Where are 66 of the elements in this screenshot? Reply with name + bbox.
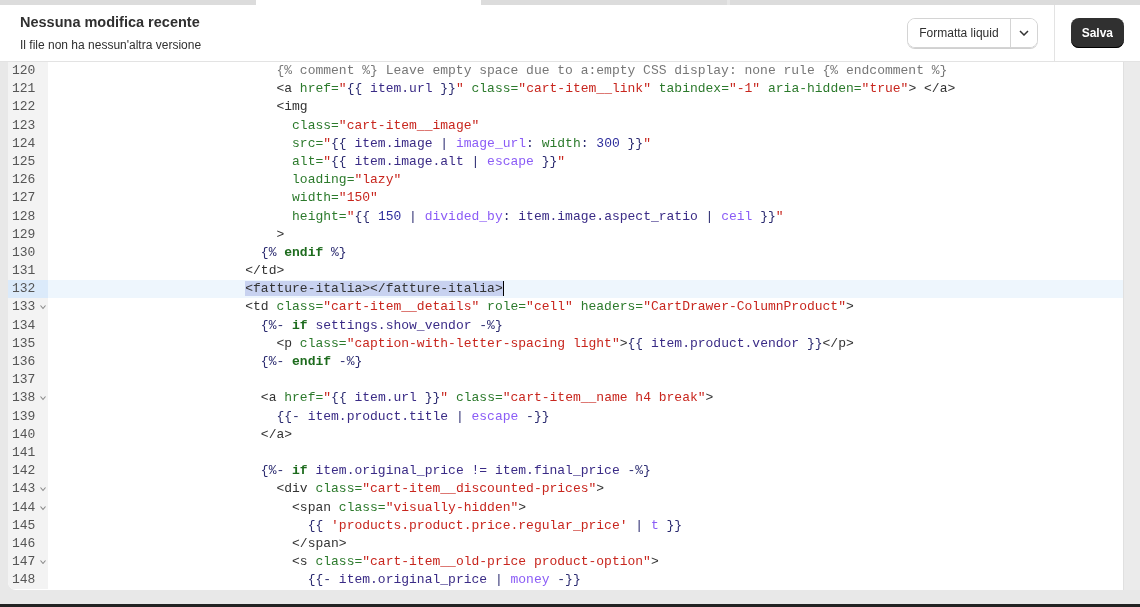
line-number: 139: [11, 407, 37, 426]
code-line: {{- item.product.title | escape -}}: [275, 408, 550, 424]
line-number: 127: [11, 189, 37, 208]
line-number: 140: [11, 425, 37, 444]
line-number: 130: [11, 243, 37, 262]
code-line: class="cart-item__image": [291, 117, 480, 133]
code-line: <td class="cart-item__details" role="cell" headers="CartDrawer-ColumnProduct">: [244, 299, 854, 315]
line-number: 145: [11, 516, 37, 535]
line-number: 141: [11, 443, 37, 462]
code-line: src="{{ item.image | image_url: width: 300 }}": [291, 135, 651, 151]
line-number: 137: [11, 371, 37, 390]
line-number: 124: [11, 134, 37, 153]
line-number: 135: [11, 334, 37, 353]
version-info: Il file non ha nessun'altra versione: [20, 37, 203, 55]
code-line: <a href="{{ item.url }}" class="cart-item__name h4 break">: [259, 390, 714, 406]
code-line: </td>: [244, 263, 285, 279]
code-line: {%- if item.original_price != item.final_price -%}: [259, 463, 651, 479]
fold-icon[interactable]: [39, 558, 47, 567]
fold-icon[interactable]: [39, 394, 47, 403]
code-line: {% endif %}: [259, 244, 347, 260]
code-line: <span class="visually-hidden">: [291, 499, 527, 515]
code-line: {{- item.original_price | money -}}: [306, 572, 581, 588]
line-number: 138: [11, 389, 37, 408]
code-line: <a href="{{ item.url }}" class="cart-item__link" tabindex="-1" aria-hidden="true"> </a>: [275, 81, 956, 97]
line-number: 125: [11, 152, 37, 171]
code-line: alt="{{ item.image.alt | escape }}": [291, 153, 566, 169]
code-line: >: [275, 226, 285, 242]
code-editor[interactable]: [8, 62, 1123, 590]
line-number: 121: [11, 80, 37, 99]
code-line: </span>: [291, 535, 347, 551]
fold-icon[interactable]: [39, 485, 47, 494]
line-number: 128: [11, 207, 37, 226]
line-number: 144: [11, 498, 37, 517]
code-line: <div class="cart-item__discounted-prices">: [275, 481, 605, 497]
code-line: {% comment %} Leave empty space due to a:empty CSS display: none rule {% endcomment %}: [275, 63, 948, 78]
line-number: 122: [11, 98, 37, 117]
code-line: <img: [275, 99, 308, 115]
line-number: 143: [11, 480, 37, 499]
code-line: </a>: [259, 426, 293, 442]
line-number: 123: [11, 116, 37, 135]
format-menu-button[interactable]: [1009, 19, 1037, 47]
text-cursor: [502, 281, 504, 297]
save-button[interactable]: Salva: [1070, 18, 1124, 48]
line-number: 126: [11, 171, 37, 190]
code-line: {{ 'products.product.price.regular_price' | t }}: [306, 517, 683, 533]
code-line: loading="lazy": [291, 172, 402, 188]
chevron-down-icon: [1018, 30, 1029, 36]
line-number: 148: [11, 571, 37, 590]
code-line: {%- if settings.show_vendor -%}: [259, 317, 503, 333]
line-number: 136: [11, 353, 37, 371]
line-number: 134: [11, 316, 37, 335]
fold-icon[interactable]: [39, 303, 47, 312]
code-line: <p class="caption-with-letter-spacing light">{{ item.product.vendor }}</p>: [275, 335, 854, 351]
line-number: 131: [11, 262, 37, 281]
line-number: 120: [11, 62, 37, 80]
page-title: Nessuna modifica recente: [20, 12, 201, 32]
line-number: 142: [11, 462, 37, 481]
line-number: 146: [11, 534, 37, 553]
code-line: height="{{ 150 | divided_by: item.image.aspect_ratio | ceil }}": [291, 208, 784, 224]
line-number: 129: [11, 225, 37, 244]
code-line: width="150": [291, 190, 378, 206]
code-line: {%- endif -%}: [259, 354, 363, 369]
line-number: 133: [11, 298, 37, 317]
line-number: 147: [11, 553, 37, 572]
fold-icon[interactable]: [39, 503, 47, 512]
code-line: <s class="cart-item__old-price product-option">: [291, 554, 659, 570]
